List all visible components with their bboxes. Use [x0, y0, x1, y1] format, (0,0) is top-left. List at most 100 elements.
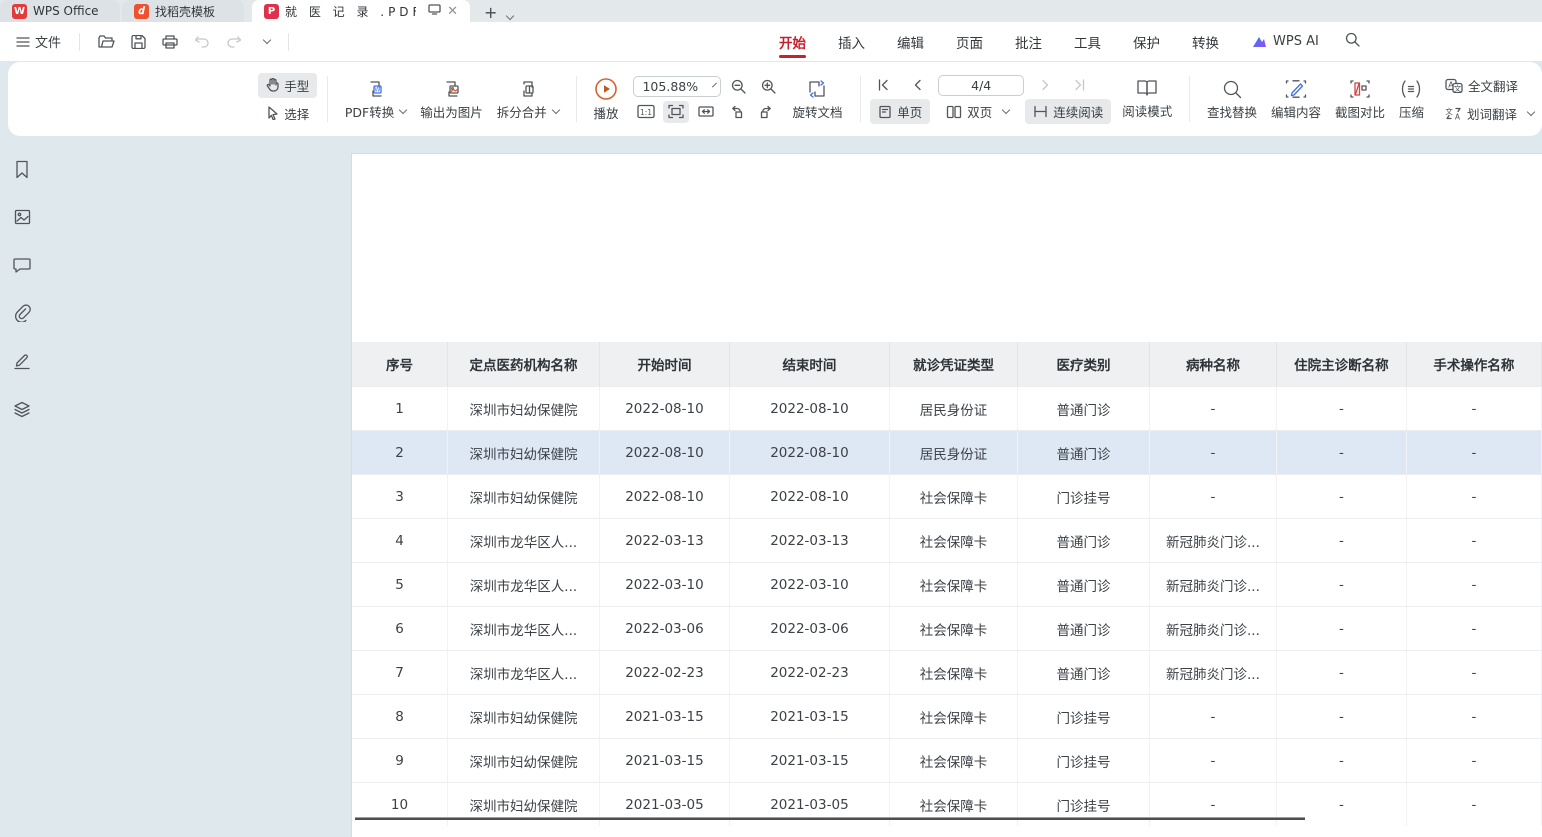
table-cell: - — [1407, 651, 1542, 694]
new-tab-button[interactable]: + — [484, 3, 497, 22]
fit-width-button[interactable] — [693, 101, 719, 123]
full-text-translate-button[interactable]: A文 全文翻译 — [1437, 73, 1542, 98]
tab-edit[interactable]: 编辑 — [895, 26, 926, 58]
compress-button[interactable]: 压缩 — [1392, 75, 1431, 124]
hand-tool-button[interactable]: 手型 — [258, 73, 317, 98]
table-cell: 新冠肺炎门诊... — [1150, 607, 1277, 650]
save-button[interactable] — [125, 31, 152, 53]
next-page-button[interactable] — [1032, 74, 1058, 96]
table-row[interactable]: 9深圳市妇幼保健院2021-03-152021-03-15社会保障卡门诊挂号--… — [352, 738, 1542, 782]
select-tool-button[interactable]: 选择 — [258, 101, 317, 126]
tab-insert[interactable]: 插入 — [836, 26, 867, 58]
split-merge-button[interactable]: 拆分合并 — [490, 75, 566, 124]
continuous-reading-button[interactable]: 连续阅读 — [1025, 99, 1111, 124]
table-cell: 深圳市龙华区人... — [448, 563, 600, 606]
reading-mode-button[interactable]: 阅读模式 — [1115, 75, 1179, 123]
actual-size-button[interactable]: 1:1 — [633, 101, 659, 123]
fit-page-button[interactable] — [663, 101, 689, 123]
tab-convert[interactable]: 转换 — [1190, 26, 1221, 58]
fit-width-icon — [698, 105, 714, 118]
open-button[interactable] — [92, 31, 121, 53]
file-menu-button[interactable]: 文件 — [10, 28, 67, 55]
search-icon — [1345, 32, 1360, 47]
tab-document-pdf[interactable]: P 就 医 记 录 .PDF ✕ — [252, 0, 470, 22]
tab-tools[interactable]: 工具 — [1072, 26, 1103, 58]
word-translate-button[interactable]: 文A 划词翻译 — [1437, 101, 1542, 126]
table-cell: 深圳市龙华区人... — [448, 651, 600, 694]
edit-content-button[interactable]: 编辑内容 — [1264, 75, 1328, 124]
tab-wps-office[interactable]: W WPS Office — [0, 0, 120, 22]
layers-icon[interactable] — [10, 397, 34, 421]
table-cell: 2022-02-23 — [730, 651, 890, 694]
chevron-down-icon — [263, 36, 271, 44]
table-row[interactable]: 7深圳市龙华区人...2022-02-232022-02-23社会保障卡普通门诊… — [352, 650, 1542, 694]
table-row[interactable]: 4深圳市龙华区人...2022-03-132022-03-13社会保障卡普通门诊… — [352, 518, 1542, 562]
play-button[interactable]: 播放 — [586, 74, 625, 125]
single-page-label: 单页 — [897, 102, 922, 121]
find-replace-button[interactable]: 查找替换 — [1200, 75, 1264, 124]
screenshot-compare-button[interactable]: 截图对比 — [1328, 75, 1392, 124]
zoom-level-select[interactable]: 105.88% — [633, 76, 721, 97]
table-cell: 深圳市妇幼保健院 — [448, 695, 600, 738]
first-page-button[interactable] — [870, 74, 896, 96]
table-row[interactable]: 2深圳市妇幼保健院2022-08-102022-08-10居民身份证普通门诊--… — [352, 430, 1542, 474]
table-row[interactable]: 3深圳市妇幼保健院2022-08-102022-08-10社会保障卡门诊挂号--… — [352, 474, 1542, 518]
table-cell: 2022-03-10 — [730, 563, 890, 606]
monitor-icon[interactable] — [428, 4, 441, 18]
rotate-left-button[interactable] — [723, 101, 749, 123]
double-page-button[interactable]: 双页 — [938, 99, 1017, 124]
print-button[interactable] — [156, 31, 184, 53]
tab-home[interactable]: 开始 — [777, 26, 808, 58]
last-page-button[interactable] — [1066, 74, 1092, 96]
table-header-row: 序号定点医药机构名称开始时间结束时间就诊凭证类型医疗类别病种名称住院主诊断名称手… — [352, 342, 1542, 386]
bookmark-icon[interactable] — [10, 157, 34, 181]
table-row[interactable]: 1深圳市妇幼保健院2022-08-102022-08-10居民身份证普通门诊--… — [352, 386, 1542, 430]
quick-access-chevron[interactable] — [252, 33, 276, 50]
column-header: 开始时间 — [600, 342, 730, 386]
zoom-in-button[interactable] — [755, 76, 781, 98]
tab-page[interactable]: 页面 — [954, 26, 985, 58]
table-row[interactable]: 8深圳市妇幼保健院2021-03-152021-03-15社会保障卡门诊挂号--… — [352, 694, 1542, 738]
pdf-page[interactable]: 序号定点医药机构名称开始时间结束时间就诊凭证类型医疗类别病种名称住院主诊断名称手… — [352, 154, 1542, 837]
tab-comment[interactable]: 批注 — [1013, 26, 1044, 58]
page-indicator: 4/4 — [971, 78, 991, 93]
table-cell: 社会保障卡 — [890, 695, 1018, 738]
zoom-out-button[interactable] — [725, 76, 751, 98]
wps-ai-button[interactable]: WPS AI — [1251, 34, 1319, 49]
page-number-input[interactable]: 4/4 — [938, 75, 1024, 96]
table-cell: 社会保障卡 — [890, 607, 1018, 650]
table-cell: - — [1277, 475, 1407, 518]
tab-docer-templates[interactable]: 𝒅 找稻壳模板 — [122, 0, 244, 22]
table-row[interactable]: 6深圳市龙华区人...2022-03-062022-03-06社会保障卡普通门诊… — [352, 606, 1542, 650]
comment-icon[interactable] — [10, 253, 34, 277]
redo-button[interactable] — [220, 31, 248, 52]
undo-button[interactable] — [188, 31, 216, 52]
chevron-down-icon — [712, 83, 717, 88]
table-row[interactable]: 5深圳市龙华区人...2022-03-102022-03-10社会保障卡普通门诊… — [352, 562, 1542, 606]
single-page-button[interactable]: 单页 — [870, 99, 930, 124]
table-cell: - — [1407, 607, 1542, 650]
rotate-right-button[interactable] — [753, 101, 779, 123]
tab-list-chevron-icon[interactable] — [506, 12, 514, 20]
tab-protect[interactable]: 保护 — [1131, 26, 1162, 58]
thumbnail-icon[interactable] — [10, 205, 34, 229]
previous-page-button[interactable] — [904, 74, 930, 96]
signature-icon[interactable] — [10, 349, 34, 373]
divider — [860, 76, 861, 122]
divider — [576, 76, 577, 122]
ribbon-search-button[interactable] — [1345, 32, 1360, 51]
export-image-button[interactable]: 输出为图片 — [413, 75, 490, 124]
table-cell: - — [1150, 739, 1277, 782]
rotate-document-button[interactable]: 旋转文档 — [785, 75, 849, 124]
table-cell: 深圳市妇幼保健院 — [448, 431, 600, 474]
menu-bar: 文件 开始 插入 编辑 页面 批注 工具 保护 转换 WPS AI — [0, 22, 1542, 61]
table-cell: - — [1407, 739, 1542, 782]
attachment-icon[interactable] — [10, 301, 34, 325]
table-cell: - — [1407, 783, 1542, 826]
export-image-icon — [441, 78, 463, 100]
column-header: 就诊凭证类型 — [890, 342, 1018, 386]
ribbon-tabs: 开始 插入 编辑 页面 批注 工具 保护 转换 — [777, 26, 1221, 58]
pdf-convert-button[interactable]: W PDF转换 — [338, 75, 413, 124]
find-replace-icon — [1221, 78, 1243, 100]
close-tab-icon[interactable]: ✕ — [447, 4, 458, 19]
